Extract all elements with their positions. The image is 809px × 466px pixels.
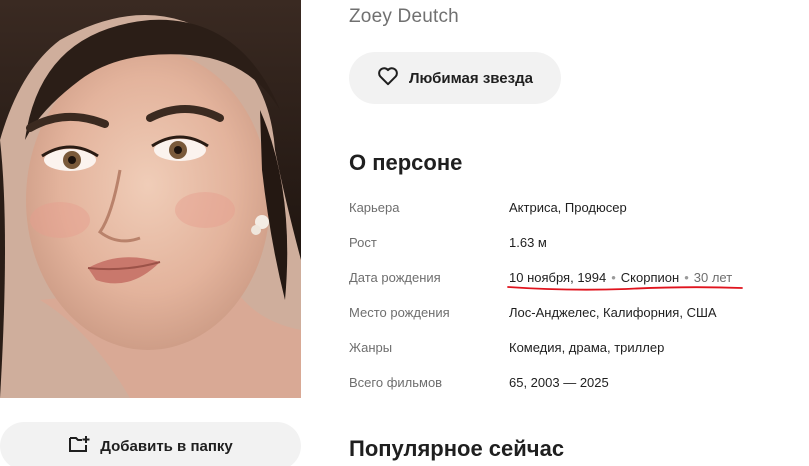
- person-original-name: Zoey Deutch: [349, 6, 459, 27]
- portrait-illustration: [0, 0, 301, 398]
- info-row-genres: Жанры Комедия, драма, триллер: [349, 330, 789, 365]
- add-to-folder-button[interactable]: Добавить в папку: [0, 422, 301, 466]
- info-row-height: Рост 1.63 м: [349, 225, 789, 260]
- info-value: Комедия, драма, триллер: [509, 340, 665, 355]
- folder-plus-icon: [68, 435, 90, 458]
- favorite-star-label: Любимая звезда: [409, 69, 533, 87]
- popular-section-title: Популярное сейчас: [349, 436, 565, 461]
- info-label: Всего фильмов: [349, 375, 443, 390]
- birth-date-link[interactable]: 10 ноября, 1994: [509, 270, 606, 285]
- zodiac-link[interactable]: Скорпион: [621, 270, 679, 285]
- info-row-birth-date: Дата рождения 10 ноября, 1994 • Скорпион…: [349, 260, 789, 295]
- info-label: Жанры: [349, 340, 393, 355]
- separator-dot: •: [611, 270, 616, 285]
- age-text: 30 лет: [693, 270, 733, 285]
- info-value[interactable]: 65, 2003 — 2025: [509, 375, 609, 390]
- info-row-total-films: Всего фильмов 65, 2003 — 2025: [349, 365, 789, 400]
- info-label: Дата рождения: [349, 270, 441, 285]
- info-label: Карьера: [349, 200, 400, 215]
- info-value: 1.63 м: [509, 235, 547, 250]
- favorite-star-button[interactable]: Любимая звезда: [349, 52, 561, 104]
- add-to-folder-label: Добавить в папку: [100, 437, 233, 455]
- info-value[interactable]: Актриса, Продюсер: [509, 200, 627, 215]
- info-value-birth-date: 10 ноября, 1994 • Скорпион • 30 лет: [507, 270, 743, 291]
- info-row-career: Карьера Актриса, Продюсер: [349, 190, 789, 225]
- info-value[interactable]: Лос-Анджелес, Калифорния, США: [509, 305, 717, 320]
- person-info-table: Карьера Актриса, Продюсер Рост 1.63 м Да…: [349, 190, 789, 400]
- about-section-title: О персоне: [349, 150, 463, 175]
- person-photo: [0, 0, 301, 398]
- info-row-birth-place: Место рождения Лос-Анджелес, Калифорния,…: [349, 295, 789, 330]
- separator-dot: •: [684, 270, 689, 285]
- info-label: Рост: [349, 235, 377, 250]
- heart-icon: [377, 66, 399, 91]
- person-page: Добавить в папку Zoey Deutch Любимая зве…: [0, 0, 809, 466]
- info-label: Место рождения: [349, 305, 450, 320]
